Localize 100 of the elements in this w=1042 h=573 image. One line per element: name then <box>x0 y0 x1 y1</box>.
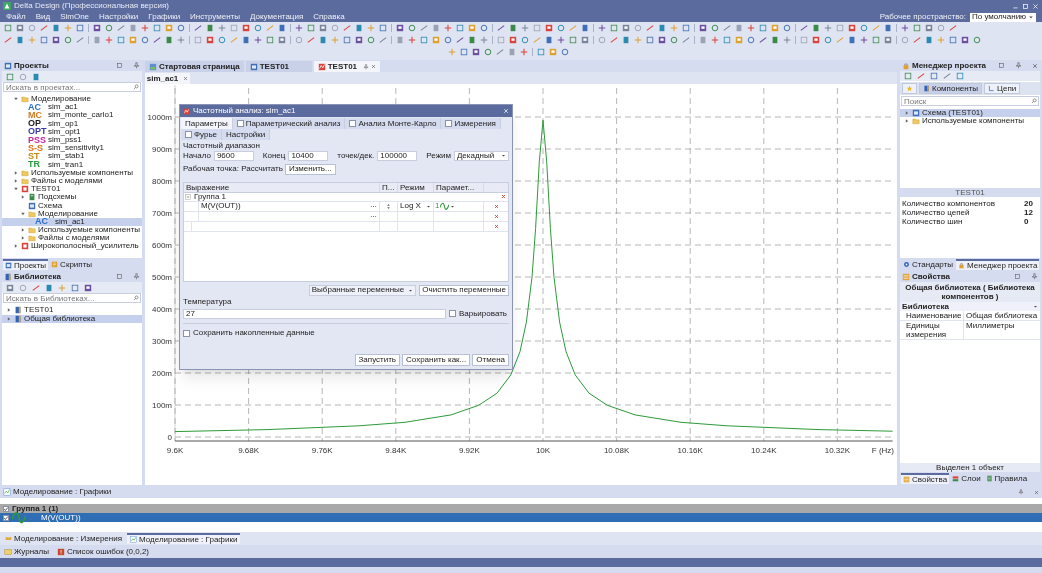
manager-tab[interactable]: Цепи <box>984 83 1021 94</box>
search-field[interactable]: Поиск <box>901 96 1039 106</box>
search-field[interactable]: Искать в Библиотеках... <box>3 293 141 303</box>
tool-icon[interactable] <box>711 36 719 44</box>
checkbox[interactable] <box>3 514 9 521</box>
document-tab[interactable]: TEST01 <box>313 61 380 72</box>
style-dropdown[interactable]: 1 <box>434 201 483 211</box>
tree-item[interactable]: Используемые компоненты <box>2 168 142 177</box>
delete-icon[interactable] <box>492 222 500 230</box>
search-field[interactable]: Искать в проектах... <box>3 82 141 92</box>
tree-item[interactable]: AC sim_ac1 <box>2 217 142 226</box>
dialog-button[interactable]: Отмена <box>472 353 509 366</box>
dialog-tab[interactable]: Фурье <box>181 129 223 140</box>
graph-row[interactable]: M(V(OUT)) <box>0 513 1042 522</box>
tool-icon[interactable] <box>141 24 149 32</box>
tool-icon[interactable] <box>355 36 363 44</box>
tree-item[interactable]: MC sim_monte_carlo1 <box>2 111 142 120</box>
tree-item[interactable]: Файлы с моделями <box>2 176 142 186</box>
tree-item[interactable]: ST sim_stab1 <box>2 152 142 161</box>
tree-item[interactable]: Моделирование <box>2 209 142 218</box>
tool-icon[interactable] <box>658 36 666 44</box>
change-button[interactable]: Изменить... <box>284 163 336 175</box>
dialog-tab[interactable]: Настройки <box>222 129 271 140</box>
tool-icon[interactable] <box>520 48 528 56</box>
tool-icon[interactable] <box>396 24 404 32</box>
tool-icon[interactable] <box>509 36 517 44</box>
tool-icon[interactable] <box>6 283 14 292</box>
document-tab[interactable]: sim_ac1 <box>145 73 190 84</box>
tool-icon[interactable] <box>812 36 820 44</box>
panel-tab[interactable]: Стандарты <box>901 259 956 270</box>
tree-item[interactable]: Подсхемы <box>2 193 142 202</box>
manager-tab[interactable] <box>902 83 917 94</box>
workspace-dropdown[interactable]: По умолчанию <box>970 12 1036 22</box>
input-field[interactable]: 100000 <box>377 150 418 161</box>
tool-icon[interactable] <box>925 24 933 32</box>
tool-icon[interactable] <box>973 36 981 44</box>
menu-item[interactable]: Справка <box>313 13 345 21</box>
tool-icon[interactable] <box>105 36 113 44</box>
tool-icon[interactable] <box>961 36 969 44</box>
tree-item[interactable]: Схема <box>2 201 142 210</box>
dialog-tab[interactable]: Анализ Монте-Карло <box>345 118 442 129</box>
tool-icon[interactable] <box>52 36 60 44</box>
menu-item[interactable]: Вид <box>35 13 51 21</box>
delete-icon[interactable] <box>492 202 500 210</box>
tool-icon[interactable] <box>581 36 589 44</box>
panel-tab[interactable]: Правила <box>983 473 1030 484</box>
tool-icon[interactable] <box>254 36 262 44</box>
delete-icon[interactable] <box>492 212 500 220</box>
tool-icon[interactable] <box>319 24 327 32</box>
panel-tab[interactable]: Слои <box>950 473 983 484</box>
tool-icon[interactable] <box>84 283 92 292</box>
manager-tab[interactable]: Компоненты <box>919 83 983 94</box>
mode-dropdown[interactable]: Log X <box>398 202 433 210</box>
tree-item[interactable]: OP sim_op1 <box>2 119 142 128</box>
checkbox[interactable] <box>236 120 244 127</box>
menu-item[interactable]: Файл <box>6 13 26 21</box>
document-tab[interactable]: Стартовая страница <box>145 61 244 72</box>
tree-item[interactable]: Используемые компоненты <box>2 226 142 235</box>
document-tab[interactable]: TEST01 <box>245 61 312 72</box>
tree-item[interactable]: S-S sim_sensitivity1 <box>2 144 142 153</box>
menu-item[interactable]: Документация <box>250 13 304 21</box>
tool-icon[interactable] <box>444 24 452 32</box>
tool-icon[interactable] <box>472 48 480 56</box>
tree-item[interactable]: PSS sim_pss1 <box>2 135 142 145</box>
checkbox[interactable] <box>185 131 192 138</box>
status-item[interactable]: Список ошибок (0,0,2) <box>56 547 149 556</box>
dialog-tab[interactable]: Измерения <box>441 118 501 129</box>
menu-item[interactable]: Настройки <box>99 13 139 21</box>
tool-icon[interactable] <box>860 36 868 44</box>
checkbox[interactable] <box>183 329 190 337</box>
tool-icon[interactable] <box>598 24 606 32</box>
close-icon[interactable] <box>503 108 509 114</box>
input-field[interactable]: 9600 <box>213 150 254 161</box>
menu-item[interactable]: Инструменты <box>190 13 240 21</box>
variables-dropdown[interactable]: Выбранные переменные <box>308 284 417 296</box>
mode-dropdown[interactable]: Декадный <box>453 150 509 161</box>
input-field[interactable]: 27 <box>183 308 446 319</box>
tree-item[interactable]: Файлы с моделями <box>2 234 142 243</box>
collapse-icon[interactable] <box>185 193 191 200</box>
tool-icon[interactable] <box>699 24 707 32</box>
checkbox[interactable] <box>349 120 357 127</box>
dialog-button[interactable]: Запустить <box>354 353 400 366</box>
library-item[interactable]: TEST01 <box>2 306 142 315</box>
tool-icon[interactable] <box>295 24 303 32</box>
tool-icon[interactable] <box>242 24 250 32</box>
dialog-tab[interactable]: Параметрический анализ <box>232 118 346 129</box>
tool-icon[interactable] <box>93 24 101 32</box>
tree-item[interactable]: Широкополосный_усилитель <box>2 242 142 251</box>
tool-icon[interactable] <box>901 24 909 32</box>
panel-tab[interactable]: Скрипты <box>49 259 95 270</box>
tree-item[interactable]: Моделирование <box>2 95 142 104</box>
status-item[interactable]: Журналы <box>4 547 49 556</box>
checkbox[interactable] <box>3 505 9 512</box>
tool-icon[interactable] <box>557 36 565 44</box>
panel-tab[interactable]: Моделирование : Измерения <box>2 533 125 544</box>
tool-icon[interactable] <box>206 36 214 44</box>
dialog-button[interactable]: Сохранить как... <box>402 353 471 366</box>
tool-icon[interactable] <box>16 24 24 32</box>
tool-icon[interactable] <box>747 24 755 32</box>
tree-item[interactable]: AC sim_ac1 <box>2 103 142 112</box>
